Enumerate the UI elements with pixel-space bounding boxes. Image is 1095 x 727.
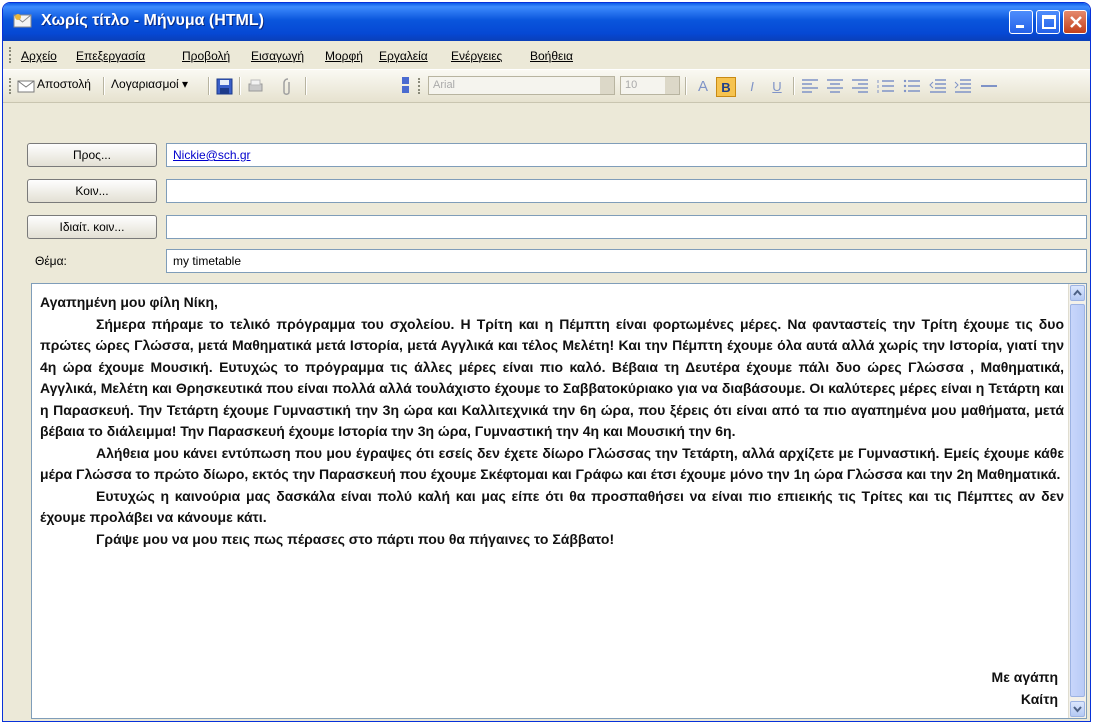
toolbar-separator	[793, 77, 795, 95]
subject-label: Θέμα:	[35, 254, 67, 268]
align-center-icon[interactable]	[826, 79, 844, 93]
message-window: Χωρίς τίτλο - Μήνυμα (HTML) Αρχείο Επεξε…	[2, 2, 1091, 722]
scroll-thumb[interactable]	[1070, 304, 1085, 697]
italic-button[interactable]: I	[742, 77, 762, 97]
close-button[interactable]	[1063, 10, 1087, 34]
closing: Με αγάπη	[991, 669, 1058, 685]
message-header: Προς... Nickie@sch.gr Κοιν... Ιδιαίτ. κο…	[3, 103, 1090, 283]
scroll-down-button[interactable]	[1070, 701, 1085, 717]
vertical-scrollbar[interactable]	[1068, 284, 1086, 718]
to-value: Nickie@sch.gr	[173, 148, 251, 162]
to-field[interactable]: Nickie@sch.gr	[166, 143, 1087, 167]
window-title: Χωρίς τίτλο - Μήνυμα (HTML)	[41, 12, 264, 29]
bold-button[interactable]: B	[716, 77, 736, 97]
print-icon[interactable]	[247, 78, 264, 95]
toolbar-separator	[685, 77, 687, 95]
align-left-icon[interactable]	[801, 79, 819, 93]
toolbar-separator	[305, 77, 307, 95]
menu-bar: Αρχείο Επεξεργασία Προβολή Εισαγωγή Μορφ…	[3, 41, 1090, 70]
menu-actions[interactable]: Ενέργειες	[451, 49, 502, 63]
menu-tools[interactable]: Εργαλεία	[379, 49, 428, 63]
bcc-button[interactable]: Ιδιαίτ. κοιν...	[27, 215, 157, 239]
minimize-icon	[1016, 25, 1024, 28]
align-right-icon[interactable]	[851, 79, 869, 93]
signature: Καίτη	[1020, 691, 1058, 707]
maximize-button[interactable]	[1036, 10, 1060, 34]
accounts-button[interactable]: Λογαριασμοί ▾	[111, 77, 188, 91]
save-icon[interactable]	[216, 78, 233, 95]
underline-button[interactable]: U	[767, 77, 787, 97]
bcc-field[interactable]	[166, 215, 1087, 239]
to-button[interactable]: Προς...	[27, 143, 157, 167]
menu-help[interactable]: Βοήθεια	[530, 49, 573, 63]
paragraph-3: Ευτυχώς η καινούρια μας δασκάλα είναι πο…	[40, 487, 1064, 526]
font-size-dropdown-icon	[665, 77, 679, 94]
toolbar: Αποστολή Λογαριασμοί ▾ Arial 10 A B I U	[3, 70, 1090, 103]
greeting: Αγαπημένη μου φίλη Νίκη,	[40, 294, 218, 310]
maximize-icon	[1042, 15, 1056, 29]
subject-field[interactable]: my timetable	[166, 249, 1087, 273]
cc-button[interactable]: Κοιν...	[27, 179, 157, 203]
toolbar-separator	[239, 77, 241, 95]
style-icon[interactable]	[401, 75, 411, 97]
paragraph-4: Γράψε μου να μου πεις πως πέρασες στο πά…	[96, 530, 615, 547]
font-size-select[interactable]: 10	[620, 76, 680, 95]
send-icon	[17, 80, 35, 93]
format-grip[interactable]	[418, 78, 423, 94]
decrease-indent-icon[interactable]	[929, 79, 947, 93]
attach-icon[interactable]	[281, 77, 293, 96]
envelope-icon	[13, 14, 32, 28]
chevron-up-icon	[1073, 289, 1082, 296]
menubar-grip[interactable]	[9, 47, 14, 63]
menu-format[interactable]: Μορφή	[325, 49, 363, 63]
font-name-value: Arial	[433, 79, 456, 91]
paragraph-2: Αλήθεια μου κάνει εντύπωση που μου έγραψ…	[40, 444, 1064, 483]
menu-file[interactable]: Αρχείο	[21, 49, 57, 63]
font-size-value: 10	[625, 79, 638, 91]
cc-field[interactable]	[166, 179, 1087, 203]
paragraph-1: Σήμερα πήραμε το τελικό πρόγραμμα του σχ…	[40, 315, 1064, 440]
toolbar-separator	[208, 77, 210, 95]
bullet-list-icon[interactable]	[903, 79, 921, 93]
message-text: Αγαπημένη μου φίλη Νίκη, Σήμερα πήραμε τ…	[40, 292, 1064, 550]
horizontal-line-icon[interactable]	[980, 79, 998, 93]
minimize-button[interactable]	[1009, 10, 1033, 34]
chevron-down-icon	[1073, 706, 1082, 713]
numbered-list-icon[interactable]	[877, 79, 895, 93]
font-color-icon[interactable]: A	[693, 77, 713, 97]
title-bar[interactable]: Χωρίς τίτλο - Μήνυμα (HTML)	[3, 3, 1090, 41]
scroll-up-button[interactable]	[1070, 285, 1085, 301]
close-icon	[1070, 16, 1082, 28]
toolbar-separator	[103, 77, 105, 95]
toolbar-grip[interactable]	[9, 78, 14, 94]
font-name-dropdown-icon	[600, 77, 614, 94]
send-button[interactable]: Αποστολή	[37, 77, 91, 91]
menu-insert[interactable]: Εισαγωγή	[251, 49, 304, 63]
menu-view[interactable]: Προβολή	[182, 49, 230, 63]
increase-indent-icon[interactable]	[954, 79, 972, 93]
message-body[interactable]: Αγαπημένη μου φίλη Νίκη, Σήμερα πήραμε τ…	[31, 283, 1087, 719]
signature-block: Με αγάπη Καίτη	[992, 666, 1058, 710]
font-name-select[interactable]: Arial	[428, 76, 615, 95]
menu-edit[interactable]: Επεξεργασία	[76, 49, 145, 63]
